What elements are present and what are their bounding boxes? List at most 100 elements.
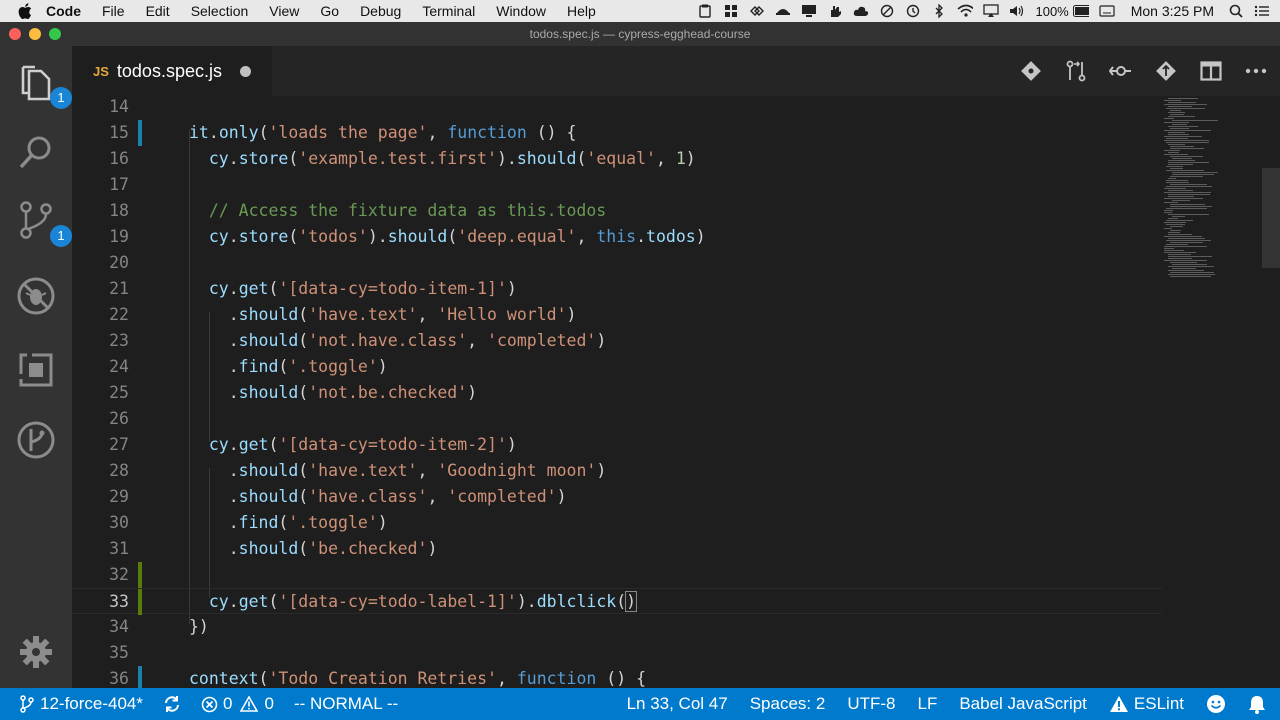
cloud-icon[interactable] [853, 4, 869, 18]
code-text: it.only('loads the page', function () { [189, 120, 576, 146]
feedback-button[interactable] [1206, 694, 1226, 714]
gitlens-button[interactable] [14, 418, 58, 462]
menu-terminal[interactable]: Terminal [422, 0, 475, 22]
link-icon[interactable] [749, 4, 765, 18]
minimap-line [1170, 156, 1203, 157]
code-line[interactable]: 36 context('Todo Creation Retries', funct… [72, 666, 1162, 688]
grid-icon[interactable] [723, 4, 739, 18]
gutter-change-marker[interactable] [138, 562, 142, 588]
code-line[interactable]: 27 cy.get('[data-cy=todo-item-2]') [72, 432, 1162, 458]
code-line[interactable]: 16 cy.store('example.test.first').should… [72, 146, 1162, 172]
incognito-icon[interactable] [775, 4, 791, 18]
code-line[interactable]: 35 [72, 640, 1162, 666]
split-editor-icon[interactable] [1197, 57, 1225, 85]
code-line[interactable]: 31 .should('be.checked') [72, 536, 1162, 562]
code-line[interactable]: 14 [72, 96, 1162, 120]
code-token: . [189, 461, 239, 480]
menu-bar-clock[interactable]: Mon 3:25 PM [1131, 3, 1214, 19]
code-line[interactable]: 18 // Access the fixture data as this.to… [72, 198, 1162, 224]
code-line[interactable]: 17 [72, 172, 1162, 198]
encoding[interactable]: UTF-8 [847, 688, 895, 720]
code-line[interactable]: 30 .find('.toggle') [72, 510, 1162, 536]
code-editor[interactable]: 14 15 it.only('loads the page', function (… [72, 96, 1280, 688]
menu-file[interactable]: File [102, 0, 125, 22]
battery-icon[interactable] [1072, 4, 1089, 18]
gutter-change-marker[interactable] [138, 120, 142, 146]
vertical-scrollbar-thumb[interactable] [1262, 168, 1280, 268]
notifications-button[interactable] [1248, 694, 1266, 714]
hand-icon[interactable] [827, 4, 843, 18]
window-close-button[interactable] [9, 28, 21, 40]
menu-go[interactable]: Go [320, 0, 339, 22]
problems-indicator[interactable]: 0 0 [201, 688, 274, 720]
window-minimize-button[interactable] [29, 28, 41, 40]
spotlight-search-icon[interactable] [1228, 4, 1244, 18]
code-token: it [189, 123, 209, 142]
indentation[interactable]: Spaces: 2 [750, 688, 826, 720]
window-maximize-button[interactable] [49, 28, 61, 40]
gutter-change-marker[interactable] [138, 589, 142, 615]
do-not-disturb-icon[interactable] [879, 4, 895, 18]
minimap-line [1164, 212, 1172, 213]
eslint-status[interactable]: ESLint [1109, 688, 1184, 720]
search-button[interactable] [14, 130, 58, 174]
menu-app-name[interactable]: Code [46, 0, 81, 22]
code-line[interactable]: 33 cy.get('[data-cy=todo-label-1]').dblc… [72, 588, 1162, 615]
gutter-change-marker[interactable] [138, 666, 142, 688]
menu-help[interactable]: Help [567, 0, 596, 22]
end-of-line[interactable]: LF [917, 688, 937, 720]
code-line[interactable]: 24 .find('.toggle') [72, 354, 1162, 380]
wifi-icon[interactable] [957, 4, 974, 18]
unsaved-indicator[interactable] [239, 65, 251, 77]
git-compare-icon[interactable] [1152, 57, 1180, 85]
display-icon[interactable] [801, 4, 817, 18]
code-line[interactable]: 25 .should('not.be.checked') [72, 380, 1162, 406]
code-line[interactable]: 19 cy.store('todos').should('deep.equal'… [72, 224, 1162, 250]
source-control-button[interactable]: 1 [14, 198, 72, 247]
more-actions-icon[interactable] [1242, 57, 1270, 85]
menu-window[interactable]: Window [496, 0, 546, 22]
debug-button[interactable] [14, 274, 58, 318]
code-line[interactable]: 28 .should('have.text', 'Goodnight moon'… [72, 458, 1162, 484]
code-line[interactable]: 34}) [72, 614, 1162, 640]
language-mode[interactable]: Babel JavaScript [959, 688, 1087, 720]
code-line[interactable]: 15 it.only('loads the page', function () … [72, 120, 1162, 146]
bluetooth-icon[interactable] [931, 4, 947, 18]
code-line[interactable]: 26 [72, 406, 1162, 432]
sync-button[interactable] [163, 695, 181, 713]
menu-edit[interactable]: Edit [146, 0, 170, 22]
apple-icon[interactable] [18, 3, 32, 19]
volume-icon[interactable] [1009, 4, 1025, 18]
minimap-line [1168, 178, 1176, 179]
notification-center-icon[interactable] [1254, 4, 1270, 18]
extensions-button[interactable] [14, 348, 58, 392]
code-line[interactable]: 20 [72, 250, 1162, 276]
code-line[interactable]: 23 .should('not.have.class', 'completed'… [72, 328, 1162, 354]
explorer-button[interactable]: 1 [14, 62, 72, 109]
source-control-badge: 1 [50, 225, 72, 247]
line-number: 32 [109, 565, 129, 584]
minimap[interactable] [1164, 96, 1268, 688]
menu-debug[interactable]: Debug [360, 0, 401, 22]
blame-icon[interactable] [1107, 57, 1135, 85]
keyboard-icon[interactable] [1099, 4, 1115, 18]
tab-todos-spec[interactable]: JS todos.spec.js [72, 46, 272, 96]
minimap-line [1172, 120, 1218, 121]
menu-view[interactable]: View [269, 0, 299, 22]
time-machine-icon[interactable] [905, 4, 921, 18]
code-line[interactable]: 29 .should('have.class', 'completed') [72, 484, 1162, 510]
menu-selection[interactable]: Selection [191, 0, 249, 22]
no-bug-icon [17, 277, 55, 315]
clipboard-icon[interactable] [697, 4, 713, 18]
code-line[interactable]: 32 [72, 562, 1162, 588]
cursor-position[interactable]: Ln 33, Col 47 [627, 688, 728, 720]
branch-indicator[interactable]: 12-force-404* [20, 688, 143, 720]
code-line[interactable]: 22 .should('have.text', 'Hello world') [72, 302, 1162, 328]
manage-button[interactable] [14, 630, 58, 674]
code-line[interactable]: 21 cy.get('[data-cy=todo-item-1]') [72, 276, 1162, 302]
airplay-icon[interactable] [983, 4, 1000, 18]
code-token: ( [278, 513, 289, 532]
git-commit-icon[interactable] [1017, 57, 1045, 85]
open-changes-icon[interactable] [1062, 57, 1090, 85]
